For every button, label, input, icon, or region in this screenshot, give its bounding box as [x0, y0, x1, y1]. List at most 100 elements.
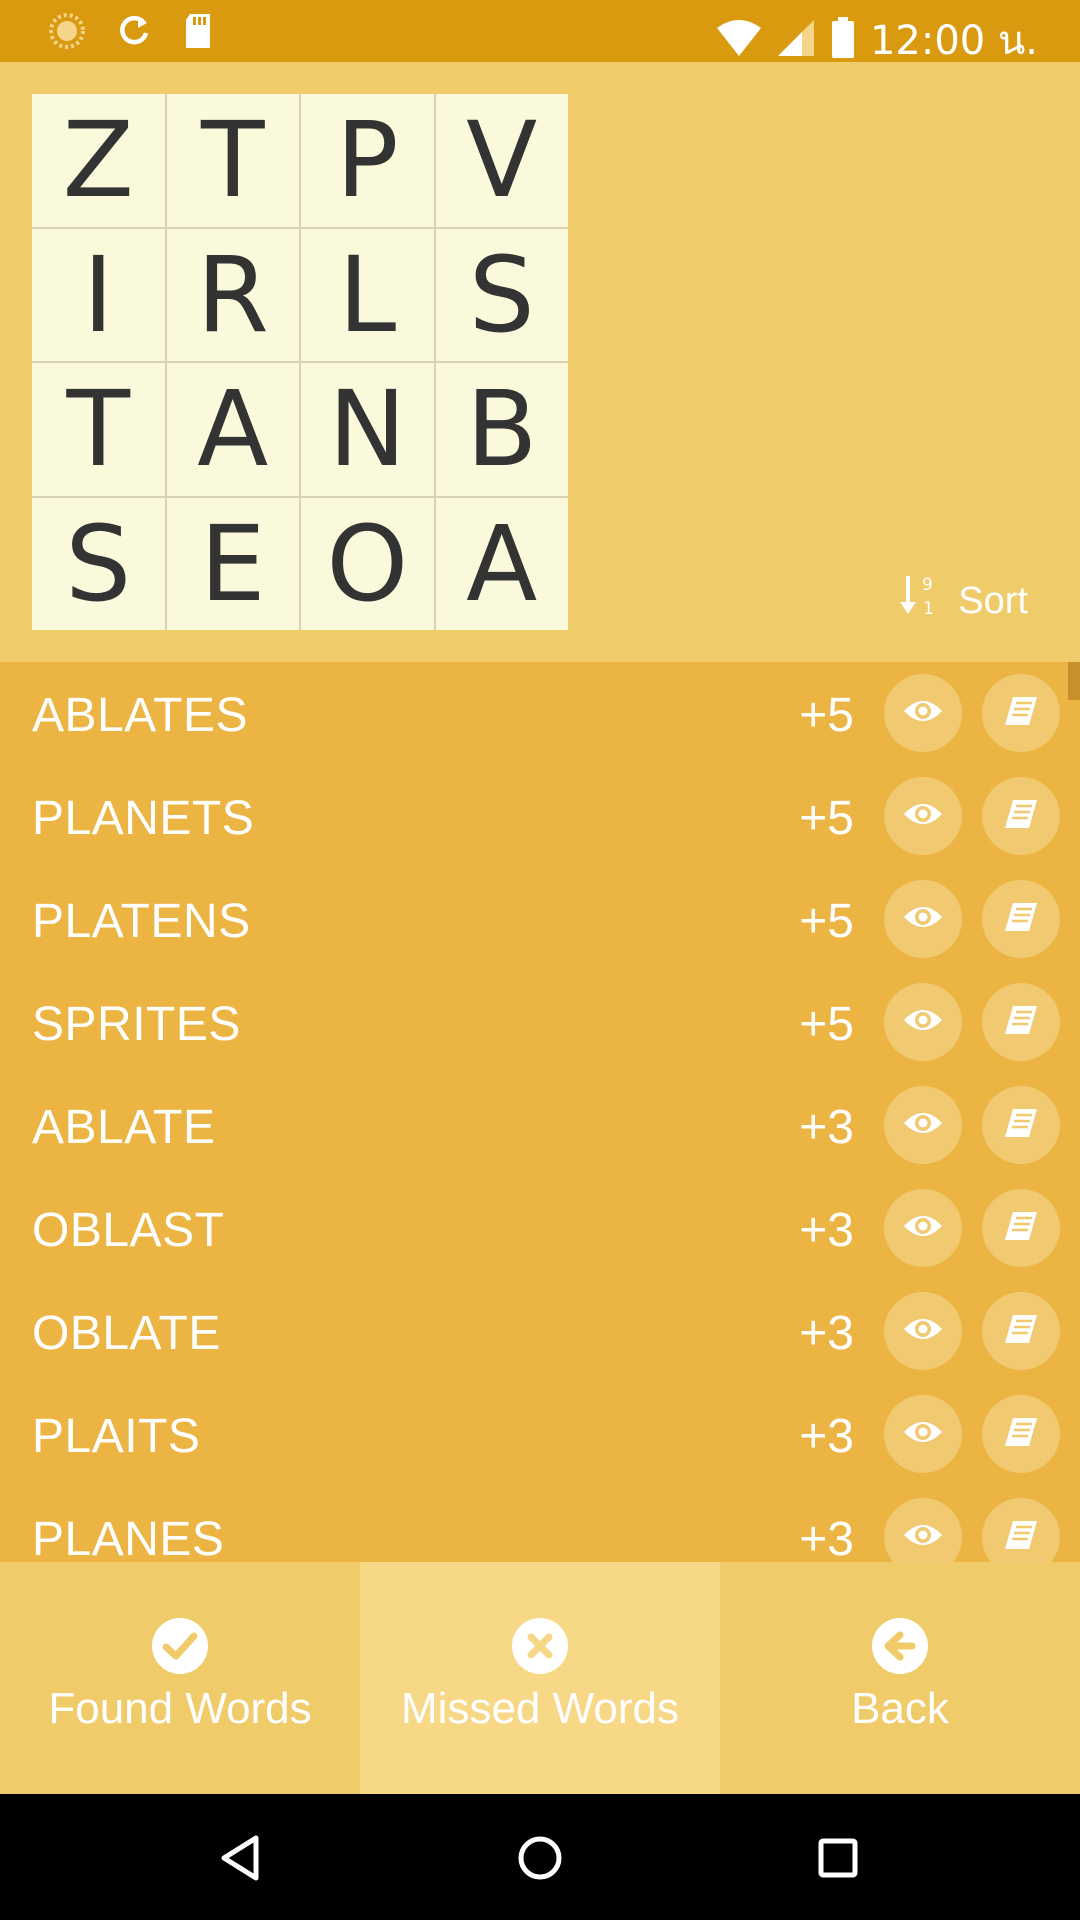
letter-grid: ZTPVIRLSTANBSEOA [32, 94, 568, 630]
eye-icon [902, 697, 944, 730]
word-text: SPRITES [32, 998, 241, 1051]
reveal-button[interactable] [884, 880, 962, 958]
word-text: OBLAST [32, 1204, 225, 1257]
reveal-button[interactable] [884, 777, 962, 855]
recents-square-icon[interactable] [808, 1828, 868, 1888]
found-words-tab[interactable]: Found Words [0, 1562, 360, 1794]
reveal-button[interactable] [884, 983, 962, 1061]
letter-cell: B [435, 363, 568, 496]
word-points: +3 [799, 1204, 854, 1257]
dictionary-button[interactable] [982, 1086, 1060, 1164]
back-triangle-icon[interactable] [210, 1828, 270, 1888]
letter-cell: S [435, 228, 568, 361]
book-icon [1003, 1416, 1039, 1453]
word-points: +3 [799, 1410, 854, 1463]
letter-cell: S [32, 497, 165, 630]
loading-icon [48, 12, 86, 55]
missed-words-list[interactable]: ABLATES +5 PLANETS +5 PLATENS +5 SPRITES +5 ABLA… [0, 662, 1080, 1562]
nav-label: Missed Words [401, 1684, 679, 1733]
word-text: OBLATE [32, 1307, 221, 1360]
letter-cell: A [435, 497, 568, 630]
letter-cell: R [166, 228, 299, 361]
word-text: PLANES [32, 1513, 225, 1562]
sync-icon [116, 13, 152, 54]
dictionary-button[interactable] [982, 674, 1060, 752]
battery-icon [830, 16, 856, 64]
sort-label: Sort [958, 579, 1028, 622]
cell-signal-icon [776, 18, 816, 63]
word-text: ABLATES [32, 689, 249, 742]
word-row: PLANES +3 [0, 1486, 1080, 1562]
reveal-button[interactable] [884, 1395, 962, 1473]
x-circle-icon [512, 1618, 568, 1674]
word-row: ABLATE +3 [0, 1074, 1080, 1177]
word-points: +5 [799, 998, 854, 1051]
word-points: +5 [799, 689, 854, 742]
wifi-icon [716, 18, 762, 63]
reveal-button[interactable] [884, 1086, 962, 1164]
book-icon [1003, 1107, 1039, 1144]
reveal-button[interactable] [884, 1189, 962, 1267]
missed-words-tab[interactable]: Missed Words [360, 1562, 720, 1794]
letter-cell: A [166, 363, 299, 496]
back-button[interactable]: Back [720, 1562, 1080, 1794]
svg-text:9: 9 [922, 575, 933, 595]
eye-icon [902, 903, 944, 936]
svg-text:1: 1 [923, 599, 934, 619]
word-text: PLAITS [32, 1410, 201, 1463]
word-row: SPRITES +5 [0, 971, 1080, 1074]
sort-button[interactable]: 9 1 Sort [898, 572, 1028, 630]
book-icon [1003, 1210, 1039, 1247]
book-icon [1003, 695, 1039, 732]
word-row: PLAITS +3 [0, 1383, 1080, 1486]
eye-icon [902, 1006, 944, 1039]
back-arrow-icon [872, 1618, 928, 1674]
word-row: OBLATE +3 [0, 1280, 1080, 1383]
word-row: ABLATES +5 [0, 662, 1080, 765]
word-points: +5 [799, 895, 854, 948]
system-navigation-bar [0, 1794, 1080, 1920]
eye-icon [902, 1315, 944, 1348]
letter-cell: Z [32, 94, 165, 227]
book-icon [1003, 901, 1039, 938]
book-icon [1003, 798, 1039, 835]
letter-cell: O [301, 497, 434, 630]
letter-cell: T [166, 94, 299, 227]
reveal-button[interactable] [884, 1292, 962, 1370]
eye-icon [902, 800, 944, 833]
book-icon [1003, 1519, 1039, 1556]
status-bar: 12:00 น. [0, 0, 1080, 64]
word-text: ABLATE [32, 1101, 216, 1154]
word-points: +3 [799, 1307, 854, 1360]
dictionary-button[interactable] [982, 1498, 1060, 1562]
word-row: OBLAST +3 [0, 1177, 1080, 1280]
reveal-button[interactable] [884, 674, 962, 752]
eye-icon [902, 1521, 944, 1554]
sd-card-icon [182, 12, 214, 55]
nav-label: Back [851, 1684, 949, 1733]
dictionary-button[interactable] [982, 1292, 1060, 1370]
board-area: ZTPVIRLSTANBSEOA 9 1 Sort [0, 62, 1080, 662]
home-circle-icon[interactable] [510, 1828, 570, 1888]
letter-cell: I [32, 228, 165, 361]
nav-label: Found Words [48, 1684, 312, 1733]
word-text: PLANETS [32, 792, 255, 845]
sort-numeric-icon: 9 1 [898, 572, 942, 630]
word-row: PLANETS +5 [0, 765, 1080, 868]
letter-cell: L [301, 228, 434, 361]
letter-cell: T [32, 363, 165, 496]
dictionary-button[interactable] [982, 983, 1060, 1061]
letter-cell: E [166, 497, 299, 630]
status-left-icons [48, 12, 214, 55]
bottom-navigation: Found Words Missed Words Back [0, 1562, 1080, 1794]
dictionary-button[interactable] [982, 1395, 1060, 1473]
word-points: +3 [799, 1101, 854, 1154]
word-text: PLATENS [32, 895, 251, 948]
letter-cell: V [435, 94, 568, 227]
reveal-button[interactable] [884, 1498, 962, 1562]
book-icon [1003, 1004, 1039, 1041]
dictionary-button[interactable] [982, 777, 1060, 855]
letter-cell: P [301, 94, 434, 227]
dictionary-button[interactable] [982, 880, 1060, 958]
dictionary-button[interactable] [982, 1189, 1060, 1267]
